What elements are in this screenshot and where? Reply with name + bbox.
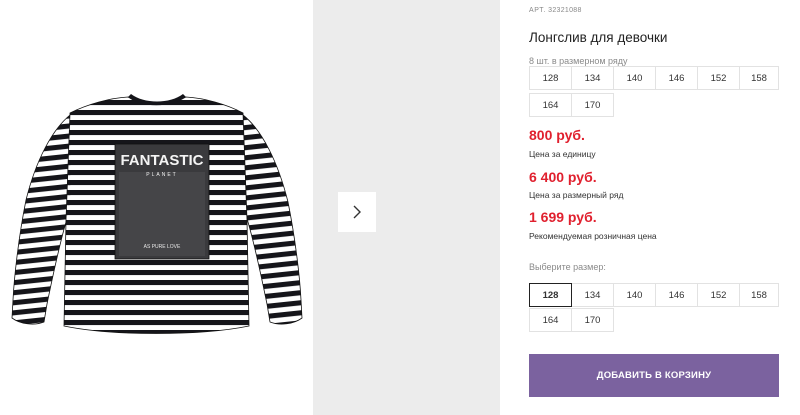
striped-longsleeve-image: FANTASTIC PLANET AS PURE LOVE bbox=[11, 94, 303, 334]
pack-size-cell: 128 bbox=[529, 66, 572, 90]
size-picker-label: Выберите размер: bbox=[529, 262, 606, 272]
size-option-selected[interactable]: 128 bbox=[529, 283, 572, 307]
pack-price: 6 400 руб. bbox=[529, 169, 597, 185]
size-option[interactable]: 170 bbox=[571, 308, 614, 332]
pack-size-cell: 164 bbox=[529, 93, 572, 117]
unit-price: 800 руб. bbox=[529, 127, 585, 143]
product-photo[interactable]: FANTASTIC PLANET AS PURE LOVE bbox=[0, 0, 313, 415]
size-option[interactable]: 140 bbox=[613, 283, 656, 307]
pack-size-cell: 146 bbox=[655, 66, 698, 90]
size-option[interactable]: 164 bbox=[529, 308, 572, 332]
pack-size-cell: 158 bbox=[739, 66, 779, 90]
size-option[interactable]: 146 bbox=[655, 283, 698, 307]
print-headline: FANTASTIC bbox=[120, 152, 203, 169]
product-info: АРТ. 32321088 Лонгслив для девочки 8 шт.… bbox=[529, 0, 779, 415]
size-option[interactable]: 134 bbox=[571, 283, 614, 307]
pack-size-cell: 134 bbox=[571, 66, 614, 90]
product-gallery: FANTASTIC PLANET AS PURE LOVE bbox=[0, 0, 500, 415]
sku: АРТ. 32321088 bbox=[529, 7, 582, 14]
retail-price: 1 699 руб. bbox=[529, 209, 597, 225]
product-title: Лонгслив для девочки bbox=[529, 30, 668, 45]
pack-size-cell: 170 bbox=[571, 93, 614, 117]
pack-size-cell: 152 bbox=[697, 66, 740, 90]
pack-note: 8 шт. в размерном ряду bbox=[529, 56, 628, 66]
print-tagline: AS PURE LOVE bbox=[144, 244, 181, 250]
pack-size-cell: 140 bbox=[613, 66, 656, 90]
retail-price-label: Рекомендуемая розничная цена bbox=[529, 231, 657, 241]
size-option[interactable]: 158 bbox=[739, 283, 779, 307]
add-to-cart-button[interactable]: ДОБАВИТЬ В КОРЗИНУ bbox=[529, 354, 779, 397]
sku-label: АРТ. bbox=[529, 7, 546, 14]
sku-value: 32321088 bbox=[548, 7, 582, 14]
print-subline: PLANET bbox=[146, 172, 177, 178]
unit-price-label: Цена за единицу bbox=[529, 149, 596, 159]
size-option[interactable]: 152 bbox=[697, 283, 740, 307]
chevron-right-icon bbox=[353, 205, 361, 219]
next-photo-button[interactable] bbox=[338, 192, 376, 232]
pack-price-label: Цена за размерный ряд bbox=[529, 190, 624, 200]
